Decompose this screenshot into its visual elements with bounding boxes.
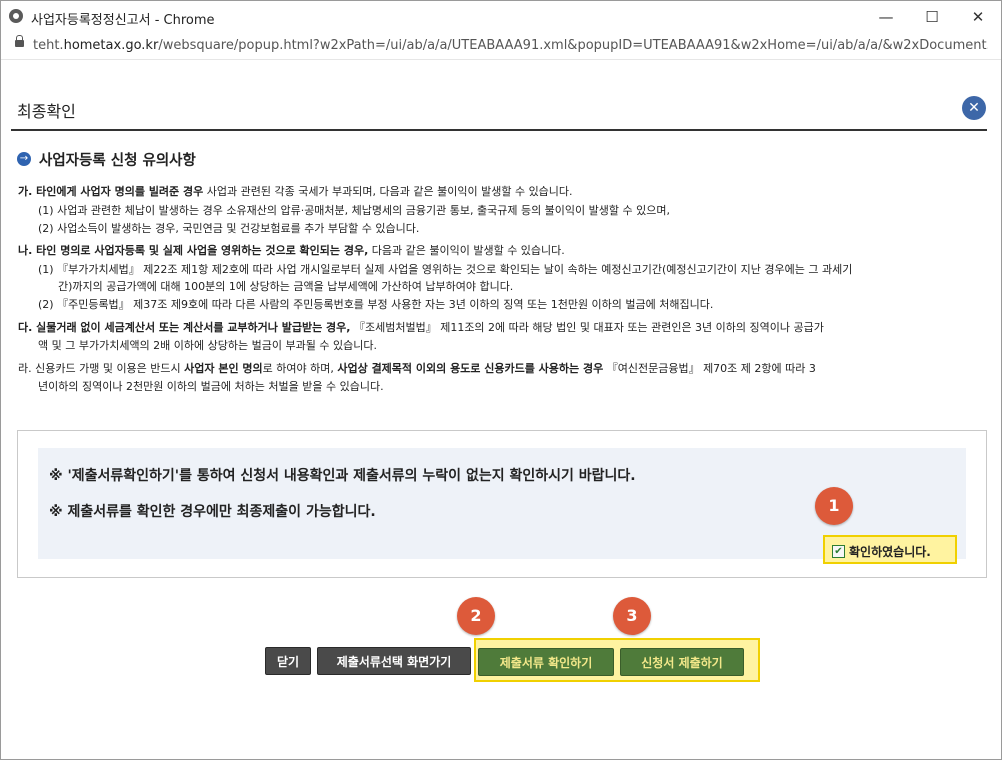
select-docs-screen-button[interactable]: 제출서류선택 화면가기 xyxy=(317,647,471,675)
notice-ga-item-1: (1) 사업과 관련한 체납이 발생하는 경우 소유재산의 압류·공매처분, 체… xyxy=(38,204,670,217)
notice-na: 나. 타인 명의로 사업자등록 및 실제 사업을 영위하는 것으로 확인되는 경… xyxy=(18,244,565,257)
lock-icon xyxy=(15,35,24,47)
dialog-title: 최종확인 xyxy=(17,102,76,121)
notice-da: 다. 실물거래 없이 세금계산서 또는 계산서를 교부하거나 발급받는 경우, … xyxy=(18,321,824,334)
notice-ga: 가. 타인에게 사업자 명의를 빌려준 경우 사업과 관련된 각종 국세가 부과… xyxy=(18,185,573,198)
notice-na-item-1: (1) 『부가가치세법』 제22조 제1항 제2호에 따라 사업 개시일로부터 … xyxy=(38,263,853,276)
arrow-right-icon: → xyxy=(17,152,31,166)
step-badge-1: 1 xyxy=(815,487,853,525)
chrome-icon xyxy=(9,9,23,23)
confirm-checkbox[interactable]: ✔ xyxy=(832,545,845,558)
step-badge-2: 2 xyxy=(457,597,495,635)
notice-na-item-2: (2) 『주민등록법』 제37조 제9호에 따라 다른 사람의 주민등록번호를 … xyxy=(38,298,714,311)
notice-ra-cont: 년이하의 징역이나 2천만원 이하의 벌금에 처하는 처벌을 받을 수 있습니다… xyxy=(38,380,384,393)
minimize-button[interactable]: — xyxy=(863,1,909,33)
confirm-checkbox-area[interactable]: ✔ 확인하였습니다. xyxy=(823,535,957,564)
address-bar[interactable]: teht.hometax.go.kr/websquare/popup.html?… xyxy=(1,33,1001,60)
notice-na-item-1-cont: 간)까지의 공급가액에 대해 100분의 1에 상당하는 금액을 납부세액에 가… xyxy=(58,280,514,293)
submit-application-button[interactable]: 신청서 제출하기 xyxy=(620,648,744,676)
maximize-button[interactable]: ☐ xyxy=(909,1,955,33)
close-button[interactable]: 닫기 xyxy=(265,647,311,675)
note-2: ※ 제출서류를 확인한 경우에만 최종제출이 가능합니다. xyxy=(49,504,376,520)
window-title: 사업자등록정정신고서 - Chrome xyxy=(31,13,215,28)
notice-da-cont: 액 및 그 부가가치세액의 2배 이하에 상당하는 벌금이 부과될 수 있습니다… xyxy=(38,339,377,352)
note-1: ※ '제출서류확인하기'를 통하여 신청서 내용확인과 제출서류의 누락이 없는… xyxy=(49,468,636,484)
step-badge-3: 3 xyxy=(613,597,651,635)
notice-ga-item-2: (2) 사업소득이 발생하는 경우, 국민연금 및 건강보험료를 추가 부담할 … xyxy=(38,222,420,235)
dialog-close-icon[interactable]: ✕ xyxy=(962,96,986,120)
confirm-label[interactable]: 확인하였습니다. xyxy=(849,543,931,560)
check-docs-button[interactable]: 제출서류 확인하기 xyxy=(478,648,614,676)
section-title: 사업자등록 신청 유의사항 xyxy=(39,153,196,169)
title-bar: 사업자등록정정신고서 - Chrome — ☐ ✕ xyxy=(1,1,1001,33)
title-divider xyxy=(11,129,987,131)
url-text[interactable]: teht.hometax.go.kr/websquare/popup.html?… xyxy=(33,38,988,53)
browser-window: 사업자등록정정신고서 - Chrome — ☐ ✕ teht.hometax.g… xyxy=(0,0,1002,760)
notice-ra: 라. 신용카드 가맹 및 이용은 반드시 사업자 본인 명의로 하여야 하며, … xyxy=(18,362,816,375)
close-window-button[interactable]: ✕ xyxy=(955,1,1001,33)
